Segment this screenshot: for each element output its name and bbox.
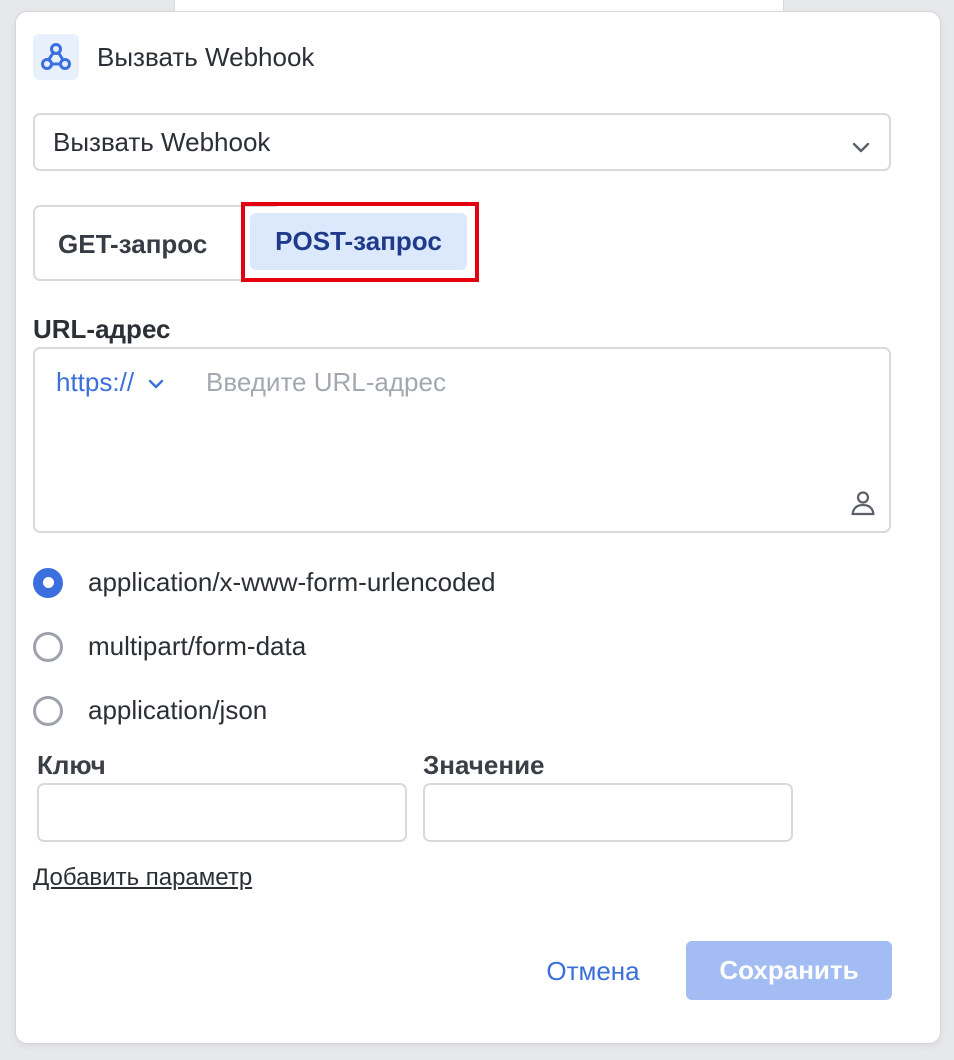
radio-urlencoded[interactable]: application/x-www-form-urlencoded: [33, 567, 496, 598]
radio-button[interactable]: [33, 695, 63, 726]
radio-button-checked[interactable]: [33, 567, 63, 598]
cancel-button[interactable]: Отмена: [533, 942, 653, 1000]
param-key-input[interactable]: [37, 783, 407, 842]
param-value-input[interactable]: [423, 783, 793, 842]
url-label: URL-адрес: [33, 314, 171, 344]
key-label: Ключ: [37, 750, 106, 780]
add-parameter-link[interactable]: Добавить параметр: [33, 864, 252, 892]
chevron-down-icon: [148, 368, 164, 399]
radio-json[interactable]: application/json: [33, 695, 267, 726]
radio-label: application/x-www-form-urlencoded: [88, 567, 496, 597]
url-input[interactable]: [206, 364, 846, 400]
dialog-title: Вызвать Webhook: [97, 41, 315, 72]
value-label: Значение: [423, 750, 545, 780]
radio-label: multipart/form-data: [88, 631, 307, 661]
chevron-down-icon: [851, 133, 871, 164]
person-icon[interactable]: [850, 490, 876, 521]
dialog-header: Вызвать Webhook: [33, 34, 314, 80]
protocol-select[interactable]: https://: [56, 366, 164, 399]
action-select[interactable]: Вызвать Webhook: [33, 113, 891, 171]
radio-label: application/json: [88, 695, 268, 725]
tab-get-request[interactable]: GET-запрос: [58, 224, 207, 264]
radio-button[interactable]: [33, 631, 63, 662]
radio-multipart[interactable]: multipart/form-data: [33, 631, 306, 662]
save-button[interactable]: Сохранить: [686, 941, 892, 1000]
webhook-icon: [33, 34, 79, 80]
tab-post-request[interactable]: POST-запрос: [250, 213, 467, 270]
protocol-value: https://: [56, 367, 135, 397]
action-select-value: Вызвать Webhook: [53, 126, 271, 157]
